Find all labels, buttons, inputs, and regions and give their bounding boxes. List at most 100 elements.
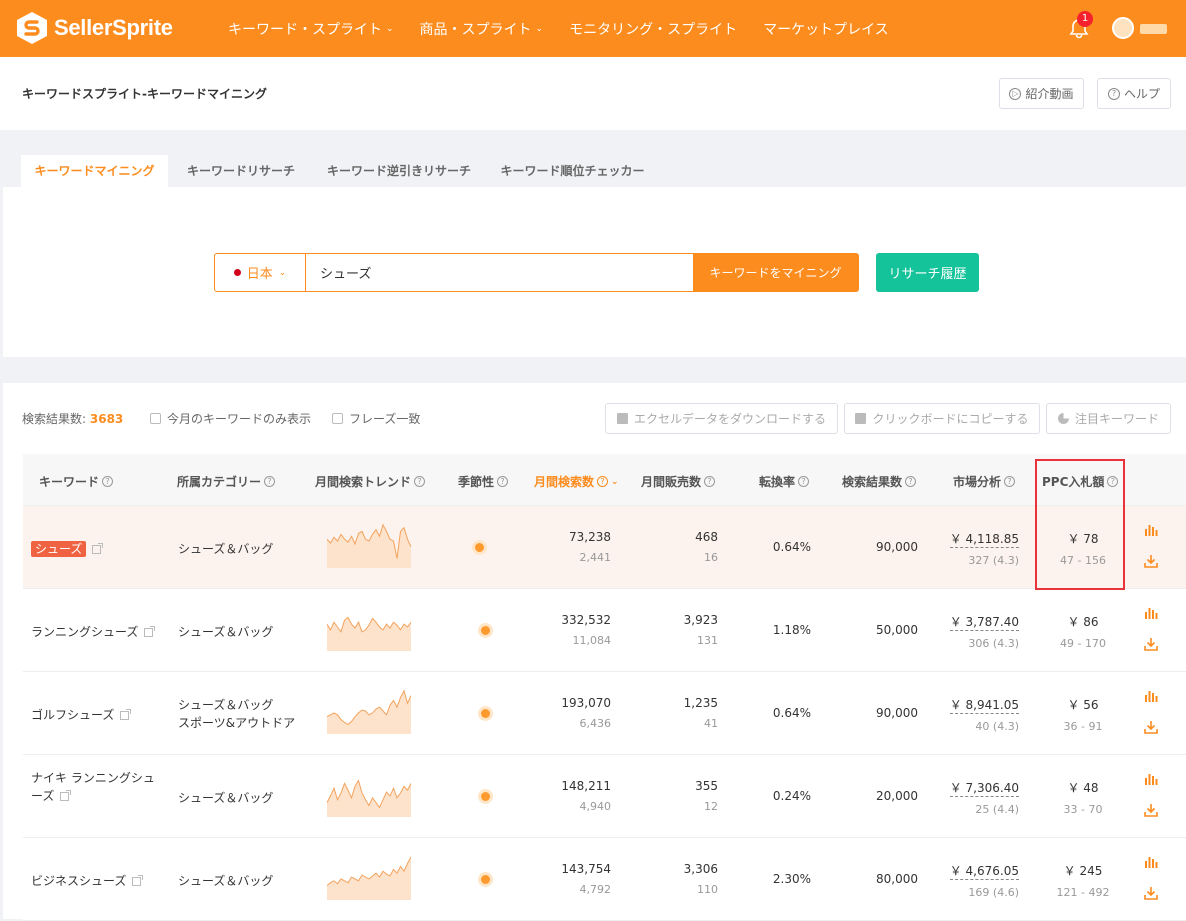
avg-price-value[interactable]: ￥ 7,306.40 — [949, 781, 1019, 797]
external-link-icon[interactable] — [120, 709, 132, 720]
tab-bar: キーワードマイニング キーワードリサーチ キーワード逆引きリサーチ キーワード順… — [3, 150, 1186, 187]
country-select[interactable]: 日本 ⌄ — [215, 254, 306, 291]
col-seasonality[interactable]: 季節性? — [458, 473, 509, 490]
help-icon[interactable]: ? — [264, 476, 276, 487]
external-link-icon[interactable] — [132, 875, 144, 886]
avg-price-value[interactable]: ￥ 4,118.85 — [949, 532, 1019, 548]
brand-name: SellerSprite — [54, 15, 173, 40]
monthly-sales-cell: 1,235 41 — [684, 696, 718, 730]
help-button[interactable]: ? ヘルプ — [1097, 78, 1171, 109]
table-row[interactable]: ゴルフシューズ シューズ＆バッグ スポーツ&アウトドア 193,070 6,436 1,2… — [23, 672, 1186, 755]
tab-rank-checker[interactable]: キーワード順位チェッカー — [491, 155, 654, 187]
bar-chart-icon[interactable] — [1144, 772, 1158, 786]
avg-price-value[interactable]: ￥ 3,787.40 — [949, 615, 1019, 631]
market-analysis-cell[interactable]: ￥ 4,676.05 169 (4.6) — [949, 862, 1019, 899]
keyword-input[interactable] — [306, 254, 693, 291]
ppc-bid-range: 49 - 170 — [1060, 637, 1106, 650]
help-icon[interactable]: ? — [102, 476, 114, 487]
col-conversion[interactable]: 転換率? — [759, 473, 810, 490]
help-icon[interactable]: ? — [798, 476, 810, 487]
bar-chart-icon[interactable] — [1144, 523, 1158, 537]
monthly-sales-value: 1,235 — [683, 696, 718, 710]
download-icon[interactable] — [1144, 803, 1158, 817]
username-redacted[interactable] — [1140, 24, 1167, 34]
monthly-searches-cell: 148,211 4,940 — [561, 779, 611, 813]
market-analysis-cell[interactable]: ￥ 7,306.40 25 (4.4) — [949, 779, 1019, 816]
copy-clipboard-button[interactable]: クリックボードにコピーする — [844, 403, 1040, 434]
help-icon[interactable]: ? — [905, 476, 917, 487]
result-count-cell: 90,000 — [876, 540, 918, 554]
keyword-text[interactable]: ゴルフシューズ — [31, 708, 114, 722]
col-monthly-sales[interactable]: 月間販売数? — [641, 473, 716, 490]
market-analysis-cell[interactable]: ￥ 3,787.40 306 (4.3) — [949, 613, 1019, 650]
mine-keywords-button[interactable]: キーワードをマイニング — [693, 254, 858, 291]
download-icon[interactable] — [1144, 637, 1158, 651]
col-result-count-label: 検索結果数 — [842, 475, 903, 489]
tab-keyword-research[interactable]: キーワードリサーチ — [173, 155, 309, 187]
table-row[interactable]: ランニングシューズ シューズ＆バッグ 332,532 11,084 3,923 131 1.… — [23, 589, 1186, 672]
daily-searches-value: 2,441 — [579, 551, 612, 564]
col-result-count[interactable]: 検索結果数? — [842, 473, 917, 490]
download-icon[interactable] — [1144, 720, 1158, 734]
col-category[interactable]: 所属カテゴリー? — [177, 473, 276, 490]
table-row[interactable]: ビジネスシューズ シューズ＆バッグ 143,754 4,792 3,306 110 2.30… — [23, 838, 1186, 921]
col-trend[interactable]: 月間検索トレンド? — [315, 473, 426, 490]
seasonality-indicator — [481, 792, 490, 801]
help-icon[interactable]: ? — [1004, 476, 1016, 487]
this-month-only-checkbox[interactable]: 今月のキーワードのみ表示 — [150, 410, 311, 427]
monthly-sales-value: 468 — [695, 530, 718, 544]
ppc-bid-cell: ￥ 56 36 - 91 — [1038, 696, 1128, 733]
nav-product-sprite[interactable]: 商品・スプライト ⌄ — [420, 19, 544, 39]
download-icon[interactable] — [1144, 554, 1158, 568]
table-row[interactable]: ナイキ ランニングシューズ シューズ＆バッグ 148,211 4,940 355 12 0.… — [23, 755, 1186, 838]
nav-keyword-sprite[interactable]: キーワード・スプライト ⌄ — [228, 19, 394, 39]
daily-sales-value: 12 — [704, 800, 718, 813]
bar-chart-icon[interactable] — [1144, 689, 1158, 703]
nav-monitoring-sprite[interactable]: モニタリング・スプライト — [569, 19, 737, 39]
checkbox-box[interactable] — [332, 413, 343, 424]
keyword-text[interactable]: ランニングシューズ — [31, 625, 138, 639]
external-link-icon[interactable] — [144, 626, 156, 637]
avg-price-value[interactable]: ￥ 4,676.05 — [949, 864, 1019, 880]
tab-keyword-mining[interactable]: キーワードマイニング — [21, 155, 168, 187]
table-row[interactable]: シューズ シューズ＆バッグ 73,238 2,441 468 16 0.64% 90,000 ￥… — [23, 506, 1186, 589]
col-market-analysis[interactable]: 市場分析? — [953, 473, 1016, 490]
logo[interactable]: SellerSprite — [16, 11, 173, 45]
help-icon[interactable]: ? — [597, 476, 609, 487]
market-analysis-cell[interactable]: ￥ 4,118.85 327 (4.3) — [949, 530, 1019, 567]
col-keyword[interactable]: キーワード? — [39, 473, 114, 490]
chevron-down-icon: ⌄ — [386, 24, 394, 34]
market-analysis-cell[interactable]: ￥ 8,941.05 40 (4.3) — [949, 696, 1019, 733]
checkbox-box[interactable] — [150, 413, 161, 424]
watch-keywords-button[interactable]: 注目キーワード — [1046, 403, 1171, 434]
keyword-text[interactable]: ナイキ ランニングシューズ — [31, 771, 155, 803]
download-excel-button[interactable]: エクセルデータをダウンロードする — [605, 403, 838, 434]
monthly-searches-value: 332,532 — [561, 613, 611, 627]
nav-marketplace[interactable]: マーケットプレイス — [763, 19, 889, 39]
keyword-text[interactable]: ビジネスシューズ — [31, 874, 126, 888]
result-count-label: 検索結果数: — [22, 412, 87, 426]
download-icon[interactable] — [1144, 886, 1158, 900]
research-history-button[interactable]: リサーチ履歴 — [876, 253, 979, 292]
tab-reverse-research[interactable]: キーワード逆引きリサーチ — [317, 155, 481, 187]
keyword-cell: ナイキ ランニングシューズ — [31, 769, 161, 805]
avatar[interactable] — [1112, 17, 1134, 39]
conversion-cell: 1.18% — [772, 623, 811, 637]
col-monthly-searches[interactable]: 月間検索数? ⌄ — [534, 473, 619, 490]
bar-chart-icon[interactable] — [1144, 855, 1158, 869]
external-link-icon[interactable] — [60, 790, 72, 801]
keyword-text[interactable]: シューズ — [31, 541, 87, 557]
help-icon[interactable]: ? — [497, 476, 509, 487]
intro-video-button[interactable]: ▷ 紹介動画 — [999, 78, 1084, 109]
japan-flag-icon — [233, 269, 241, 276]
copy-icon — [855, 413, 867, 424]
country-label: 日本 — [246, 267, 273, 282]
external-link-icon[interactable] — [92, 543, 104, 554]
help-icon[interactable]: ? — [414, 476, 426, 487]
phrase-match-checkbox[interactable]: フレーズ一致 — [332, 410, 420, 427]
sort-desc-icon[interactable]: ⌄ — [611, 477, 619, 487]
avg-price-value[interactable]: ￥ 8,941.05 — [949, 698, 1019, 714]
help-icon[interactable]: ? — [704, 476, 716, 487]
notification-badge: 1 — [1077, 11, 1093, 27]
bar-chart-icon[interactable] — [1144, 606, 1158, 620]
